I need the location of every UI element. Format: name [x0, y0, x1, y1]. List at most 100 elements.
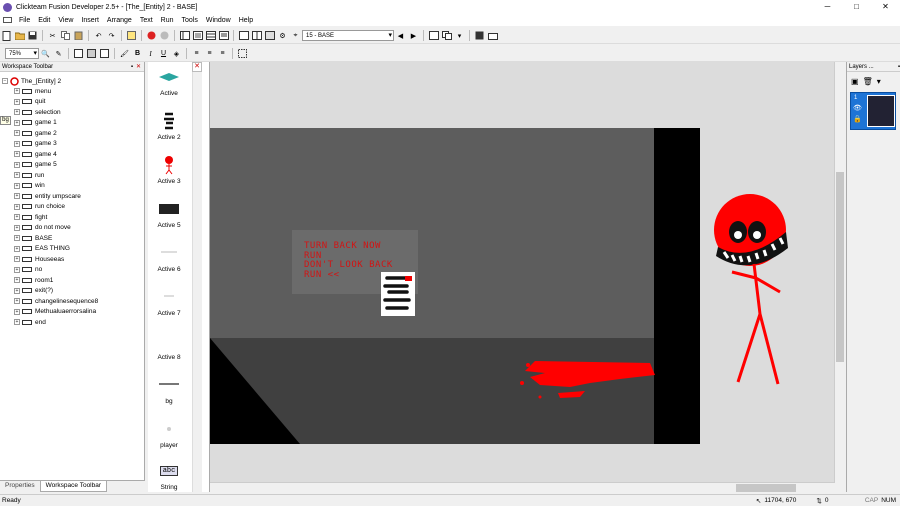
expand-icon[interactable]: +	[14, 224, 20, 231]
expand-icon[interactable]: +	[14, 161, 20, 168]
object-active-5[interactable]: Active 5	[148, 196, 190, 229]
expand-icon[interactable]: +	[14, 256, 20, 263]
menu-tools[interactable]: Tools	[178, 17, 202, 24]
bold-icon[interactable]: B	[132, 48, 143, 59]
tree-item-frame[interactable]: + game 4	[2, 149, 98, 160]
menu-edit[interactable]: Edit	[34, 17, 54, 24]
tree-root[interactable]: − The_[Entity] 2	[2, 76, 98, 86]
layout-icon[interactable]	[238, 30, 249, 41]
tree-item-frame[interactable]: + game 2	[2, 128, 98, 139]
frame-menu-icon[interactable]: ▾	[454, 30, 465, 41]
tree-item-frame[interactable]: + end	[2, 317, 98, 328]
tab-properties[interactable]: Properties	[0, 481, 40, 492]
duplicate-frame-icon[interactable]	[441, 30, 452, 41]
tree-item-frame[interactable]: + game 5	[2, 160, 98, 171]
tree-item-frame[interactable]: + do not move	[2, 223, 98, 234]
object-active-7[interactable]: Active 7	[148, 284, 190, 317]
snap-grid-icon[interactable]	[86, 48, 97, 59]
next-frame-icon[interactable]: ▶	[408, 30, 419, 41]
tree-item-frame[interactable]: + EAS THING	[2, 244, 98, 255]
blood-splatter-object[interactable]	[510, 353, 660, 403]
align-left-icon[interactable]: ≡	[191, 48, 202, 59]
expand-icon[interactable]: +	[14, 245, 20, 252]
expand-icon[interactable]: +	[14, 119, 20, 126]
tree-item-frame[interactable]: + exit(?)	[2, 286, 98, 297]
menu-insert[interactable]: Insert	[77, 17, 103, 24]
tree-item-frame[interactable]: + game 3	[2, 139, 98, 150]
text-color-icon[interactable]: ◈	[171, 48, 182, 59]
frame-editor[interactable]: TURN BACK NOW RUN DON'T LOOK BACK RUN <<	[210, 62, 845, 493]
vertical-scrollbar[interactable]	[834, 62, 845, 482]
show-grid-icon[interactable]	[73, 48, 84, 59]
tree-item-frame[interactable]: + no	[2, 265, 98, 276]
entity-object[interactable]	[708, 192, 794, 388]
expand-icon[interactable]: +	[14, 182, 20, 189]
tree-item-frame[interactable]: + game 1	[2, 118, 98, 129]
tree-item-frame[interactable]: + entity umpscare	[2, 191, 98, 202]
layer-1-row[interactable]: 1 👁 🔒	[850, 92, 896, 130]
frame-properties-icon[interactable]	[428, 30, 439, 41]
tree-item-frame[interactable]: + Houseeas	[2, 254, 98, 265]
undo-icon[interactable]: ↶	[93, 30, 104, 41]
menu-window[interactable]: Window	[202, 17, 235, 24]
stop-icon[interactable]	[146, 30, 157, 41]
tree-item-frame[interactable]: + BASE	[2, 233, 98, 244]
menu-text[interactable]: Text	[136, 17, 157, 24]
tree-item-frame[interactable]: + run choice	[2, 202, 98, 213]
expand-icon[interactable]: +	[14, 319, 20, 326]
tree-item-frame[interactable]: + selection	[2, 107, 98, 118]
visibility-icon[interactable]: 👁	[853, 104, 862, 112]
tree-item-frame[interactable]: + fight	[2, 212, 98, 223]
scribble-character-object[interactable]	[381, 272, 415, 316]
object-toolbar-scrollbar[interactable]	[192, 62, 202, 492]
close-button[interactable]: ✕	[871, 0, 900, 14]
new-file-icon[interactable]	[1, 30, 12, 41]
tree-item-frame[interactable]: + quit	[2, 97, 98, 108]
add-layer-icon[interactable]: ▣	[851, 77, 859, 86]
fullscreen-icon[interactable]	[474, 30, 485, 41]
system-menu-icon[interactable]	[3, 17, 12, 23]
horizontal-scroll-thumb[interactable]	[736, 484, 796, 492]
zoom-tool-icon[interactable]: 🔍	[40, 48, 51, 59]
expand-icon[interactable]: +	[14, 287, 20, 294]
object-active-2[interactable]: Active 2	[148, 108, 190, 141]
expand-icon[interactable]: +	[14, 172, 20, 179]
settings-icon[interactable]: ⚙	[277, 30, 288, 41]
copy-icon[interactable]	[60, 30, 71, 41]
expand-icon[interactable]: +	[14, 151, 20, 158]
expand-icon[interactable]: +	[14, 140, 20, 147]
event-editor-icon[interactable]	[205, 30, 216, 41]
tree-item-frame[interactable]: + room1	[2, 275, 98, 286]
expand-icon[interactable]: +	[14, 277, 20, 284]
object-string[interactable]: abc String	[148, 458, 190, 491]
expand-icon[interactable]: +	[14, 130, 20, 137]
close-object-toolbar-icon[interactable]: ✕	[192, 62, 202, 72]
help-icon[interactable]	[126, 30, 137, 41]
save-icon[interactable]	[27, 30, 38, 41]
expand-icon[interactable]: +	[14, 109, 20, 116]
frame-editor-icon[interactable]	[192, 30, 203, 41]
object-active-6[interactable]: Active 6	[148, 240, 190, 273]
expand-icon[interactable]: +	[14, 203, 20, 210]
menu-file[interactable]: File	[15, 17, 34, 24]
paste-icon[interactable]	[73, 30, 84, 41]
object-player[interactable]: player	[148, 416, 190, 449]
run-icon[interactable]	[159, 30, 170, 41]
collapse-icon[interactable]: −	[2, 78, 8, 84]
object-active[interactable]: Active	[148, 64, 190, 97]
align-icon[interactable]	[99, 48, 110, 59]
menu-view[interactable]: View	[54, 17, 77, 24]
backdrop-wall[interactable]	[210, 128, 655, 338]
expand-icon[interactable]: +	[14, 193, 20, 200]
expand-icon[interactable]: +	[14, 98, 20, 105]
object-active-8[interactable]: Active 8	[148, 328, 190, 361]
menu-arrange[interactable]: Arrange	[103, 17, 136, 24]
tree-item-frame[interactable]: + Methualuaerrorsalina	[2, 307, 98, 318]
black-wall-object[interactable]	[654, 128, 700, 444]
tree-item-frame[interactable]: + run	[2, 170, 98, 181]
floor-shadow[interactable]	[210, 338, 300, 444]
zoom-select[interactable]: 75%	[5, 48, 39, 59]
build-icon[interactable]	[487, 30, 498, 41]
previous-frame-icon[interactable]: ◀	[395, 30, 406, 41]
object-active-3[interactable]: Active 3	[148, 152, 190, 185]
